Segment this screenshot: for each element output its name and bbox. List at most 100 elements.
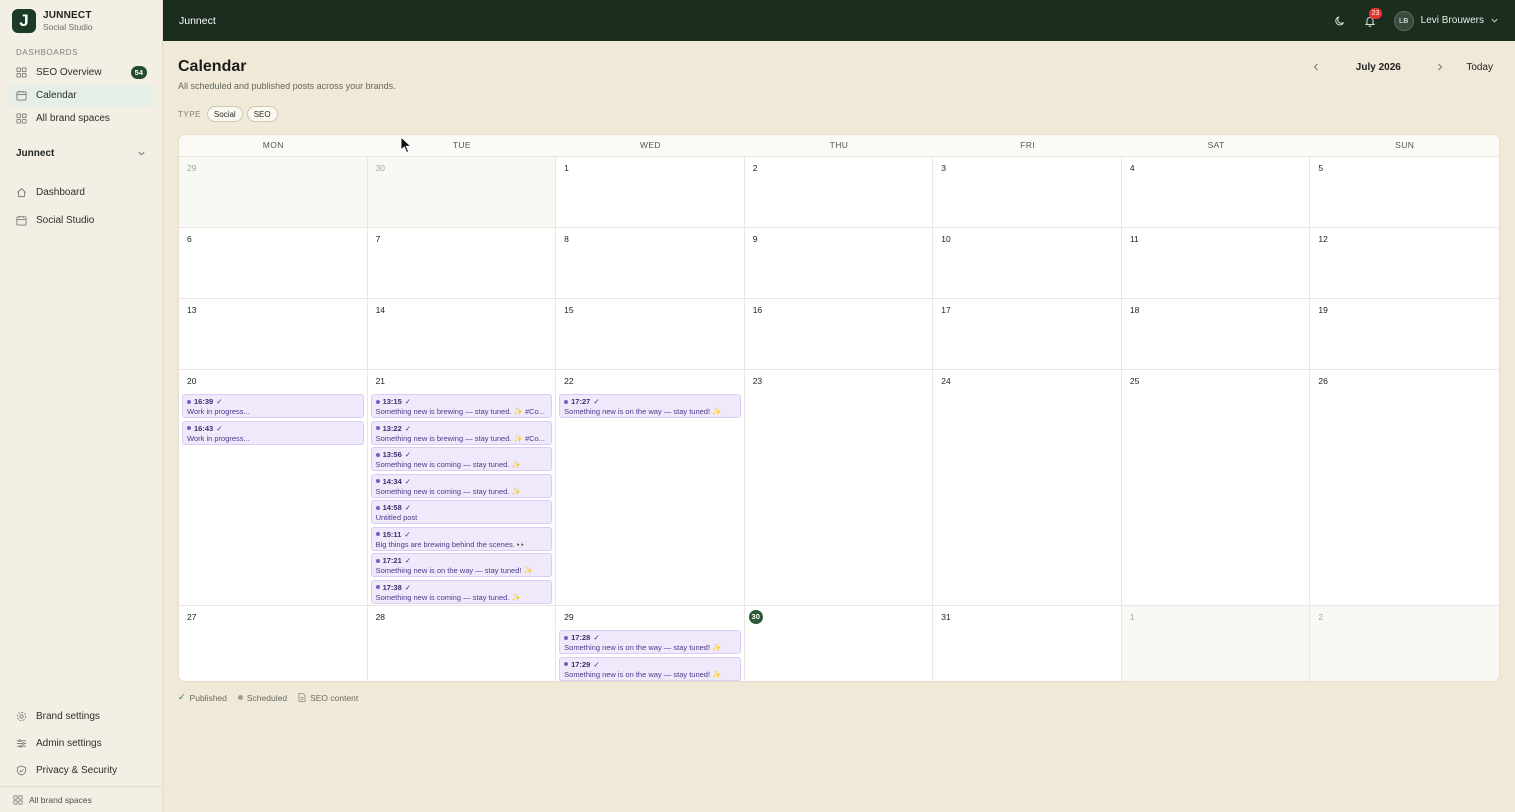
sidebar-item-dashboard[interactable]: Dashboard bbox=[9, 178, 153, 206]
post-event[interactable]: 17:21 ✓ Something new is on the way — stay… bbox=[370, 553, 553, 577]
event-text: Something new is brewing — stay tuned. ✨… bbox=[375, 407, 545, 416]
legend-seo-label: SEO content bbox=[310, 692, 359, 703]
calendar-day-cell[interactable]: 2 bbox=[1310, 606, 1499, 681]
sidebar-item-seo-overview[interactable]: SEO Overview 54 bbox=[9, 61, 153, 84]
event-time: 17:29 bbox=[571, 659, 591, 669]
calendar-day-cell[interactable]: 24 bbox=[933, 370, 1122, 606]
calendar-day-cell[interactable]: 29 17:28 ✓ Something new is on the way — st… bbox=[556, 606, 745, 681]
post-event[interactable]: 13:56 ✓ Something new is coming — stay tun… bbox=[370, 447, 553, 471]
moon-icon[interactable] bbox=[1334, 15, 1346, 27]
calendar-day-cell[interactable]: 21 13:15 ✓ Something new is brewing — stay … bbox=[367, 370, 557, 606]
calendar-grid: 29 30 1 2 3 4 5 6 7 8 9 10 11 12 13 14 15 16 17 18 19 20 16:39… bbox=[179, 157, 1499, 681]
calendar-day-cell[interactable]: 16 bbox=[744, 299, 934, 370]
calendar-day-cell[interactable]: 17 bbox=[933, 299, 1122, 370]
event-text: Something new is coming — stay tuned. ✨ bbox=[375, 592, 521, 602]
user-name[interactable]: Levi Brouwers bbox=[1421, 15, 1484, 26]
published-check-icon: ✓ bbox=[404, 582, 412, 592]
calendar-day-cell[interactable]: 26 bbox=[1310, 370, 1499, 606]
sidebar-item-calendar[interactable]: Calendar bbox=[9, 84, 153, 107]
document-icon bbox=[298, 693, 306, 702]
calendar-day-cell[interactable]: 30 bbox=[367, 157, 557, 228]
event-time-row: 14:34 ✓ bbox=[375, 476, 548, 486]
post-event[interactable]: 17:27 ✓ Something new is on the way — stay… bbox=[559, 394, 741, 418]
post-event[interactable]: 17:38 ✓ Something new is coming — stay tun… bbox=[370, 579, 553, 604]
status-dot-icon bbox=[187, 426, 191, 430]
published-check-icon: ✓ bbox=[404, 476, 412, 486]
brand-header[interactable]: J JUNNECT Social Studio bbox=[0, 0, 162, 41]
status-dot-icon bbox=[564, 635, 569, 640]
sidebar-item-label: Brand settings bbox=[36, 711, 100, 722]
bell-icon[interactable]: 23 bbox=[1364, 7, 1383, 27]
calendar-day-cell[interactable]: 19 bbox=[1310, 299, 1499, 370]
date-number: 17 bbox=[941, 305, 951, 315]
calendar-day-cell[interactable]: 11 bbox=[1121, 228, 1311, 299]
calendar-day-cell[interactable]: 22 17:27 ✓ Something new is on the way — st… bbox=[556, 370, 745, 606]
calendar-day-cell[interactable]: 8 bbox=[556, 228, 745, 299]
post-event[interactable]: 16:39 ✓ Work in progress... bbox=[182, 394, 364, 418]
post-event[interactable]: 15:11 ✓ Big things are brewing behind the … bbox=[370, 526, 553, 551]
date-number: 20 bbox=[187, 376, 197, 386]
calendar-day-cell[interactable]: 29 bbox=[179, 157, 368, 228]
post-event[interactable]: 14:58 ✓ Untitled post bbox=[370, 500, 553, 524]
chevron-down-icon[interactable] bbox=[1490, 16, 1499, 25]
calendar-day-cell[interactable]: 1 bbox=[556, 157, 745, 228]
post-event[interactable]: 17:28 ✓ Something new is on the way — stay… bbox=[559, 630, 741, 654]
sidebar-item-brand-settings[interactable]: Brand settings bbox=[9, 703, 153, 730]
sidebar-item-admin-settings[interactable]: Admin settings bbox=[9, 730, 153, 757]
event-text: Something new is brewing — stay tuned. ✨… bbox=[375, 433, 545, 443]
date-number: 19 bbox=[1318, 305, 1328, 315]
published-check-icon: ✓ bbox=[404, 397, 412, 406]
calendar-day-cell[interactable]: 20 16:39 ✓ Work in progress... 16:43 ✓ Work in… bbox=[179, 370, 368, 606]
post-event[interactable]: 17:29 ✓ Something new is on the way — stay… bbox=[559, 656, 741, 681]
sidebar-item-label: Calendar bbox=[36, 90, 77, 101]
post-event[interactable]: 13:22 ✓ Something new is brewing — stay tu… bbox=[370, 420, 553, 445]
date-number: 16 bbox=[752, 305, 763, 315]
calendar-day-cell[interactable]: 18 bbox=[1121, 299, 1311, 370]
sidebar-item-all-brand-spaces[interactable]: All brand spaces bbox=[9, 107, 153, 130]
post-event[interactable]: 13:15 ✓ Something new is brewing — stay tu… bbox=[370, 394, 553, 418]
calendar-day-cell[interactable]: 12 bbox=[1310, 228, 1499, 299]
calendar-day-cell[interactable]: 27 bbox=[179, 606, 368, 681]
filter-chip-seo[interactable]: SEO bbox=[246, 106, 278, 122]
calendar-day-cell[interactable]: 4 bbox=[1121, 157, 1311, 228]
calendar-day-cell[interactable]: 14 bbox=[367, 299, 557, 370]
topbar-actions: 23 LB Levi Brouwers bbox=[1334, 7, 1499, 31]
published-check-icon: ✓ bbox=[404, 503, 412, 512]
calendar-icon bbox=[16, 90, 27, 101]
chevron-right-icon[interactable] bbox=[1434, 61, 1446, 73]
event-time: 15:11 bbox=[382, 529, 402, 539]
date-number: 21 bbox=[375, 376, 386, 386]
workspace-selector[interactable]: Junnect bbox=[9, 144, 153, 162]
calendar-day-cell[interactable]: 31 bbox=[933, 606, 1122, 681]
calendar-day-cell[interactable]: 15 bbox=[556, 299, 745, 370]
calendar-day-cell[interactable]: 10 bbox=[933, 228, 1122, 299]
calendar-day-cell[interactable]: 1 bbox=[1121, 606, 1311, 681]
calendar-day-cell[interactable]: 28 bbox=[368, 606, 557, 681]
today-button[interactable]: Today bbox=[1466, 62, 1493, 73]
sidebar-footer-all-brand-spaces[interactable]: All brand spaces bbox=[0, 786, 162, 812]
chevron-left-icon[interactable] bbox=[1310, 61, 1322, 73]
event-time-row: 13:56 ✓ bbox=[375, 450, 548, 459]
calendar-day-cell[interactable]: 9 bbox=[744, 228, 934, 299]
calendar-day-cell[interactable]: 3 bbox=[933, 157, 1122, 228]
date-number: 29 bbox=[564, 612, 574, 622]
calendar-day-cell[interactable]: 25 bbox=[1121, 370, 1311, 606]
filter-label: TYPE bbox=[178, 109, 201, 119]
calendar-day-cell[interactable]: 30 bbox=[745, 606, 934, 681]
event-time-row: 16:43 ✓ bbox=[187, 424, 359, 433]
sidebar-item-privacy-security[interactable]: Privacy & Security bbox=[9, 757, 153, 784]
grid-icon bbox=[13, 794, 23, 805]
calendar-day-cell[interactable]: 13 bbox=[179, 299, 368, 370]
sidebar-item-social-studio[interactable]: Social Studio bbox=[9, 206, 153, 234]
calendar-day-cell[interactable]: 23 bbox=[744, 370, 934, 606]
calendar-day-cell[interactable]: 6 bbox=[179, 228, 368, 299]
calendar-day-cell[interactable]: 2 bbox=[744, 157, 934, 228]
post-event[interactable]: 14:34 ✓ Something new is coming — stay tun… bbox=[370, 473, 553, 498]
calendar-day-cell[interactable]: 7 bbox=[367, 228, 557, 299]
avatar[interactable]: LB bbox=[1393, 10, 1414, 31]
post-event[interactable]: 16:43 ✓ Work in progress... bbox=[182, 420, 364, 445]
calendar-day-cell[interactable]: 5 bbox=[1310, 157, 1499, 228]
filter-chip-social[interactable]: Social bbox=[206, 106, 243, 122]
event-time-row: 17:28 ✓ bbox=[564, 633, 736, 642]
date-number: 24 bbox=[941, 376, 951, 386]
